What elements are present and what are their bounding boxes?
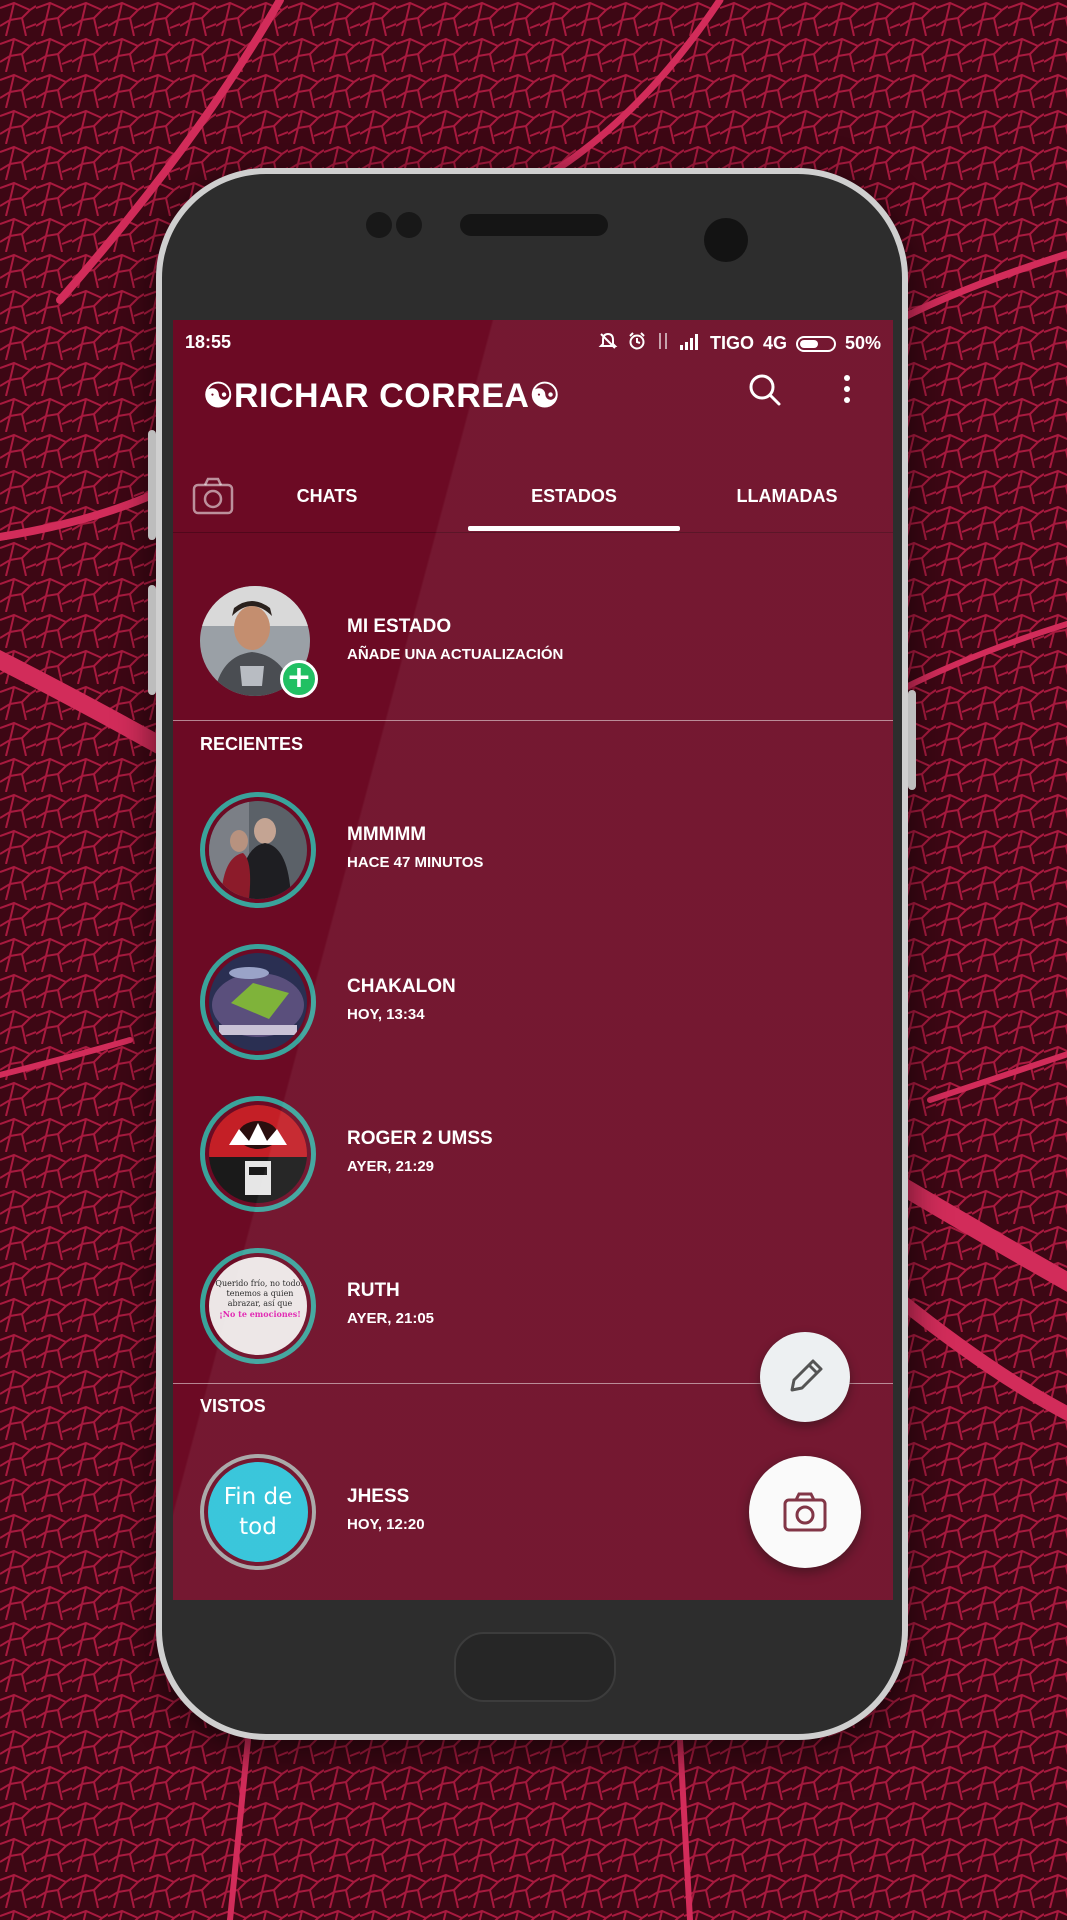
status-row[interactable]: MMMMM HACE 47 MINUTOS	[173, 792, 893, 916]
volume-button-2	[148, 585, 156, 695]
status-time: 18:55	[185, 332, 232, 352]
pencil-icon	[790, 1359, 823, 1392]
status-bar: 18:55 TIGO 4G 50%	[173, 320, 893, 362]
signal-icon	[679, 332, 701, 355]
status-name: ROGER 2 UMSS	[347, 1128, 493, 1149]
tab-estados[interactable]: ESTADOS	[468, 460, 680, 532]
divider	[173, 720, 893, 721]
home-button[interactable]	[454, 1632, 616, 1702]
status-name: JHESS	[347, 1486, 410, 1507]
text-status-button[interactable]	[760, 1332, 850, 1422]
status-time: HOY, 12:20	[347, 1516, 425, 1533]
alarm-icon	[627, 331, 647, 356]
carrier-label: TIGO	[709, 333, 754, 353]
my-avatar: +	[200, 586, 318, 698]
battery-percent: 50%	[844, 333, 881, 353]
camera-icon	[783, 1492, 827, 1532]
sensor	[366, 212, 392, 238]
active-tab-indicator	[468, 526, 680, 531]
add-status-icon[interactable]: +	[280, 660, 318, 698]
status-thumbnail	[200, 792, 316, 908]
section-vistos: VISTOS	[200, 1396, 266, 1416]
app-screen: 18:55 TIGO 4G 50% ☯RICHAR CORREA☯ CHATS …	[173, 320, 893, 1600]
status-time: HOY, 13:34	[347, 1006, 425, 1023]
status-thumbnail: Querido frío, no todos tenemos a quien a…	[200, 1248, 316, 1364]
sensor	[396, 212, 422, 238]
status-time: HACE 47 MINUTOS	[347, 854, 484, 871]
status-time: AYER, 21:05	[347, 1310, 434, 1327]
notifications-off-icon	[598, 331, 618, 356]
status-thumbnail	[200, 944, 316, 1060]
network-label: 4G	[762, 333, 787, 353]
status-thumbnail	[200, 1096, 316, 1212]
thumb-text: Fin de tod	[223, 1484, 293, 1540]
section-recientes: RECIENTES	[200, 734, 304, 754]
camera-tab-icon[interactable]	[191, 476, 235, 516]
tab-bar: CHATS ESTADOS LLAMADAS	[173, 460, 893, 533]
status-name: CHAKALON	[347, 976, 456, 997]
data-transfer-icon	[656, 331, 670, 356]
search-icon[interactable]	[745, 370, 785, 410]
volume-button	[148, 430, 156, 540]
tab-llamadas[interactable]: LLAMADAS	[681, 460, 893, 532]
tab-chats[interactable]: CHATS	[271, 460, 383, 532]
status-name: RUTH	[347, 1280, 400, 1301]
status-row[interactable]: CHAKALON HOY, 13:34	[173, 944, 893, 1068]
earpiece-speaker	[460, 214, 608, 236]
my-status-subtitle: AÑADE UNA ACTUALIZACIÓN	[347, 646, 564, 663]
quote-thumb-text: Querido frío, no todos tenemos a quien a…	[215, 1279, 305, 1319]
front-camera	[704, 218, 748, 262]
status-row[interactable]: ROGER 2 UMSS AYER, 21:29	[173, 1096, 893, 1220]
status-name: MMMMM	[347, 824, 427, 845]
app-title: ☯RICHAR CORREA☯	[203, 377, 561, 415]
camera-status-button[interactable]	[749, 1456, 861, 1568]
more-vert-icon[interactable]	[837, 370, 857, 410]
battery-icon	[795, 335, 836, 352]
my-status-title: MI ESTADO	[347, 616, 452, 637]
status-time: AYER, 21:29	[347, 1158, 434, 1175]
status-thumbnail: Fin de tod	[200, 1454, 316, 1570]
power-button	[908, 690, 916, 790]
my-status-row[interactable]: + MI ESTADO AÑADE UNA ACTUALIZACIÓN	[173, 586, 893, 710]
